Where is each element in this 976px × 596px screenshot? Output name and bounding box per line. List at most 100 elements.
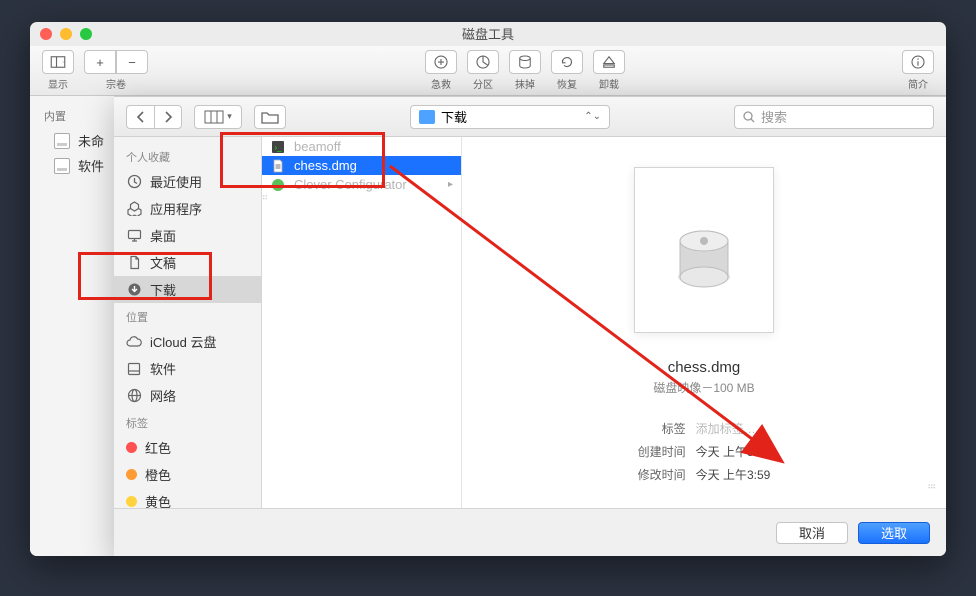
file-label: Clover Configurator [294, 177, 407, 192]
preview-filename: chess.dmg [668, 359, 741, 376]
partition-button[interactable] [467, 50, 499, 74]
meta-created-label: 创建时间 [638, 443, 686, 460]
eject-icon [600, 53, 618, 71]
forward-button[interactable] [154, 105, 182, 129]
erase-button[interactable] [509, 50, 541, 74]
sidebar-disk-label: 未命 [78, 131, 104, 150]
restore-label: 恢复 [557, 76, 577, 91]
section-locations: 位置 [114, 303, 261, 328]
search-icon [743, 111, 755, 123]
restore-icon [558, 53, 576, 71]
chevron-right-icon [163, 111, 173, 123]
download-icon [126, 282, 142, 298]
sidebar-item-label: 软件 [150, 359, 176, 378]
location-label: 下载 [441, 107, 467, 126]
exec-icon: ›_ [270, 139, 286, 155]
sidebar-item-label: 下载 [150, 280, 176, 299]
sidebar-item-label: 桌面 [150, 226, 176, 245]
sidebar-item-label: iCloud 云盘 [150, 332, 216, 351]
file-row-beamoff[interactable]: ›_ beamoff [262, 137, 461, 156]
firstaid-button[interactable] [425, 50, 457, 74]
cancel-button[interactable]: 取消 [776, 522, 848, 544]
info-label: 简介 [908, 76, 928, 91]
toolbar: 显示 + − 宗卷 急救 分区 抹掉 [30, 46, 946, 96]
dmg-icon [270, 158, 286, 174]
sidebar-tag-yellow[interactable]: 黄色 [114, 488, 261, 508]
file-list-column[interactable]: ›_ beamoff chess.dmg Clover Configurator… [262, 137, 462, 508]
sidebar-layout-icon [49, 53, 67, 71]
sidebar-item-label: 应用程序 [150, 199, 202, 218]
tag-orange-icon [126, 469, 137, 480]
meta-tags-value[interactable]: 添加标签… [696, 420, 771, 437]
group-button[interactable] [254, 105, 286, 129]
unmount-label: 卸载 [599, 76, 619, 91]
tag-yellow-icon [126, 496, 137, 507]
erase-icon [516, 53, 534, 71]
display-label: 显示 [48, 76, 68, 91]
apps-icon [126, 201, 142, 217]
preview-subtitle: 磁盘映像－100 MB [653, 379, 754, 396]
info-button[interactable] [902, 50, 934, 74]
location-popup[interactable]: 下载 ⌃⌄ [410, 105, 610, 129]
chevron-down-icon: ▾ [227, 111, 232, 122]
picker-sidebar: 个人收藏 最近使用 应用程序 桌面 文稿 [114, 137, 262, 508]
chevron-updown-icon: ⌃⌄ [584, 111, 601, 122]
choose-button[interactable]: 选取 [858, 522, 930, 544]
sidebar-item-label: 文稿 [150, 253, 176, 272]
volume-label: 宗卷 [106, 76, 126, 91]
section-favorites: 个人收藏 [114, 143, 261, 168]
sidebar-item-desktop[interactable]: 桌面 [114, 222, 261, 249]
search-placeholder: 搜索 [761, 107, 787, 126]
chevron-left-icon [136, 111, 146, 123]
chevron-right-icon: ▸ [448, 179, 453, 190]
sidebar-tag-orange[interactable]: 橙色 [114, 461, 261, 488]
disk-utility-window: 磁盘工具 显示 + − 宗卷 急救 [30, 22, 946, 556]
firstaid-icon [432, 53, 450, 71]
folder-icon [261, 110, 279, 124]
view-mode-button[interactable]: ▾ [194, 105, 242, 129]
section-tags: 标签 [114, 409, 261, 434]
meta-modified-label: 修改时间 [638, 466, 686, 483]
svg-text:›_: ›_ [274, 143, 282, 152]
partition-label: 分区 [473, 76, 493, 91]
file-label: beamoff [294, 139, 341, 154]
disk-icon [54, 133, 70, 149]
firstaid-label: 急救 [431, 76, 451, 91]
sidebar-item-network[interactable]: 网络 [114, 382, 261, 409]
sidebar-item-documents[interactable]: 文稿 [114, 249, 261, 276]
sidebar-item-software[interactable]: 软件 [114, 355, 261, 382]
sidebar-item-icloud[interactable]: iCloud 云盘 [114, 328, 261, 355]
display-popup-button[interactable] [42, 50, 74, 74]
add-volume-button[interactable]: + [84, 50, 116, 74]
columns-icon [204, 110, 224, 124]
sidebar-item-recent[interactable]: 最近使用 [114, 168, 261, 195]
info-icon [909, 53, 927, 71]
sidebar-item-applications[interactable]: 应用程序 [114, 195, 261, 222]
meta-created-value: 今天 上午3:43 [696, 443, 771, 460]
sidebar-tag-red[interactable]: 红色 [114, 434, 261, 461]
back-button[interactable] [126, 105, 154, 129]
meta-modified-value: 今天 上午3:59 [696, 466, 771, 483]
sidebar-item-label: 网络 [150, 386, 176, 405]
clock-icon [126, 174, 142, 190]
remove-volume-button[interactable]: − [116, 50, 148, 74]
file-label: chess.dmg [294, 158, 357, 173]
cloud-icon [126, 334, 142, 350]
titlebar: 磁盘工具 [30, 22, 946, 46]
desktop-icon [126, 228, 142, 244]
preview-column: chess.dmg 磁盘映像－100 MB 标签 添加标签… 创建时间 今天 上… [462, 137, 946, 508]
picker-toolbar: ▾ 下载 ⌃⌄ 搜索 [114, 97, 946, 137]
column-resize-handle[interactable]: ⠿ [930, 483, 936, 488]
search-field[interactable]: 搜索 [734, 105, 934, 129]
sidebar-item-downloads[interactable]: 下载 [114, 276, 261, 303]
disk-icon [126, 361, 142, 377]
folder-blue-icon [419, 110, 435, 124]
restore-button[interactable] [551, 50, 583, 74]
sidebar-disk-label: 软件 [78, 156, 104, 175]
file-row-chess[interactable]: chess.dmg [262, 156, 461, 175]
network-icon [126, 388, 142, 404]
erase-label: 抹掉 [515, 76, 535, 91]
column-resize-handle[interactable]: ⠿ [262, 194, 268, 199]
file-row-clover[interactable]: Clover Configurator ▸ [262, 175, 461, 194]
unmount-button[interactable] [593, 50, 625, 74]
